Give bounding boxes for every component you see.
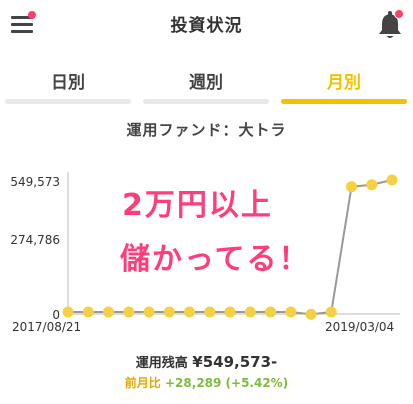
data-point: [123, 306, 135, 318]
y-tick-label: 549,573: [10, 175, 60, 189]
x-tick-label: 2019/03/04: [325, 320, 394, 334]
data-point: [346, 181, 357, 193]
data-point: [62, 306, 74, 318]
x-tick-label: 2017/08/21: [12, 320, 81, 334]
data-point: [103, 306, 114, 318]
data-point: [82, 306, 94, 318]
data-point: [184, 306, 195, 318]
data-point: [305, 308, 317, 320]
change-value: +28,289 (+5.42%): [165, 376, 289, 390]
balance-label: 運用残高: [135, 356, 188, 371]
y-tick-label: 274,786: [10, 233, 60, 247]
annotation-line-2: 儲かってる！: [120, 242, 311, 277]
balance-value: ¥549,573-: [192, 353, 278, 371]
data-point: [265, 306, 276, 318]
data-point: [386, 174, 398, 186]
annotation-line-1: 2万円以上: [122, 188, 273, 223]
data-point: [244, 306, 256, 318]
balance-row: 運用残高 ¥549,573-: [0, 352, 413, 371]
data-point: [224, 306, 236, 318]
data-point: [285, 306, 297, 318]
data-point: [163, 306, 175, 318]
balance-summary: 運用残高 ¥549,573- 前月比 +28,289 (+5.42%): [0, 352, 413, 391]
change-label: 前月比: [124, 376, 161, 390]
data-point: [143, 306, 155, 318]
data-point: [325, 306, 337, 318]
data-point: [366, 179, 378, 191]
data-point: [204, 306, 216, 318]
change-row: 前月比 +28,289 (+5.42%): [0, 374, 413, 391]
